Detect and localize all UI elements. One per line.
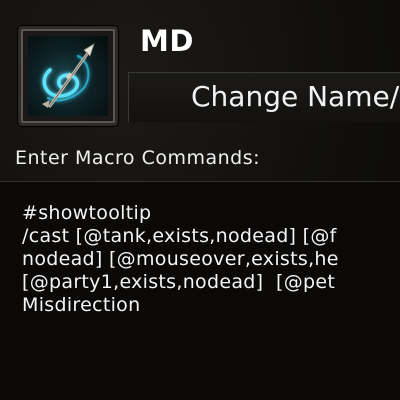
macro-line: Misdirection	[22, 294, 141, 316]
macro-line: nodead] [@mouseover,exists,he	[22, 248, 339, 270]
misdirection-arrow-icon	[28, 36, 108, 116]
macro-line: #showtooltip	[22, 202, 152, 224]
macro-icon-button[interactable]	[18, 26, 118, 126]
macro-commands-label: Enter Macro Commands:	[15, 147, 261, 169]
change-name-button[interactable]: Change Name/	[128, 72, 400, 122]
macro-commands-text: #showtooltip/cast [@tank,exists,nodead] …	[22, 202, 339, 317]
macro-editor-window: MD Change Name/ Enter Macro Commands: #s…	[0, 0, 400, 400]
macro-line: /cast [@tank,exists,nodead] [@f	[22, 225, 337, 247]
macro-name-title: MD	[140, 24, 194, 58]
macro-line: [@party1,exists,nodead] [@pet	[22, 271, 336, 293]
macro-commands-editbox[interactable]: #showtooltip/cast [@tank,exists,nodead] …	[0, 181, 400, 400]
change-name-label: Change Name/	[191, 80, 400, 113]
